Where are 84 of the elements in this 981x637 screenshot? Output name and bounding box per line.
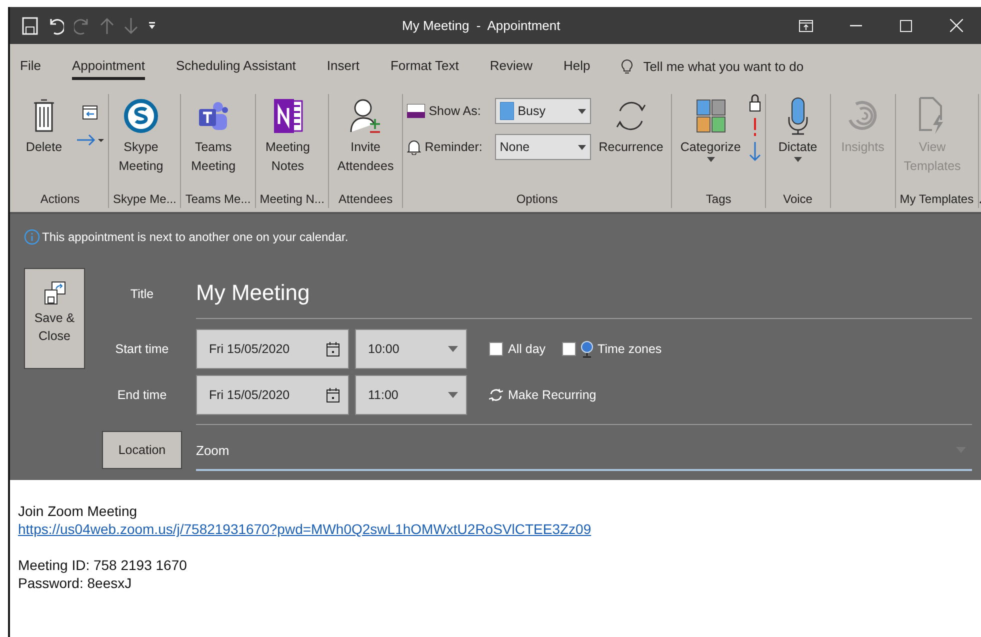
menu-tab[interactable]: Help [563, 52, 590, 80]
trash-icon [33, 99, 55, 133]
teams-icon [198, 99, 228, 133]
bell-icon [406, 139, 421, 155]
down-arrow-icon[interactable] [748, 142, 761, 162]
lightbulb-icon [621, 57, 634, 75]
menu-tab[interactable]: Insert [326, 52, 360, 80]
close-icon [950, 19, 962, 32]
delete-button[interactable]: Delete [16, 94, 72, 157]
save-close-icon [44, 281, 66, 305]
save-close-button[interactable]: Save & Close [24, 268, 85, 369]
busy-swatch-icon [500, 102, 514, 120]
minimize-icon [850, 24, 862, 26]
group-label: Meeting N... [260, 192, 324, 208]
group-label: Actions [40, 192, 80, 208]
lock-icon[interactable] [748, 94, 761, 112]
info-icon [24, 229, 40, 245]
time-dropdown[interactable]: 10:00 [355, 329, 467, 369]
microphone-icon [786, 97, 809, 135]
show-as-dropdown[interactable]: Busy [494, 98, 591, 124]
reminder-label: Reminder: [424, 140, 484, 154]
date-field[interactable]: Fri 15/05/2020 [196, 329, 349, 369]
end-time-label: End time [116, 388, 168, 402]
location-button[interactable]: Location [102, 431, 182, 469]
category-tiles-icon [696, 98, 726, 134]
show-as-label: Show As: [428, 104, 482, 118]
location-field[interactable]: Zoom [196, 431, 972, 471]
caret-icon [578, 144, 586, 150]
title-label: Title [129, 286, 155, 300]
maximize-icon [900, 20, 912, 32]
tell-me-search[interactable]: Tell me what you want to do [621, 57, 804, 75]
reminder-dropdown[interactable]: None [494, 134, 591, 160]
group-label: Voice [783, 192, 812, 208]
forward-arrow-icon[interactable] [76, 134, 104, 146]
globe-icon [580, 340, 593, 358]
invite-button[interactable]: Invite Attendees [333, 94, 398, 176]
calendar-icon[interactable] [326, 387, 340, 403]
group-label: Options [516, 192, 558, 208]
group-label: My Templates [900, 192, 974, 208]
save-icon[interactable] [22, 16, 38, 34]
body-text: Password: 8eesxJ [18, 574, 133, 592]
calendar-forward-icon[interactable] [82, 104, 98, 120]
calendar-icon[interactable] [326, 341, 340, 357]
menu-tab[interactable]: Review [490, 52, 532, 80]
window-title: My Meeting - Appointment [402, 18, 562, 33]
notebook-icon [272, 98, 303, 134]
menu-tab[interactable]: File [20, 52, 41, 80]
teams-button[interactable]: Teams Meeting [185, 94, 242, 176]
body-text: Join Zoom Meeting [18, 502, 138, 520]
group-label: Teams Me... [185, 192, 251, 208]
customize-icon[interactable] [148, 22, 156, 30]
skype-button[interactable]: Skype Meeting [113, 94, 169, 176]
notes-button[interactable]: Meeting Notes [260, 94, 316, 176]
all-day-checkbox[interactable]: All day [489, 342, 546, 356]
skype-icon [124, 98, 158, 134]
title-field[interactable]: My Meeting [196, 268, 972, 319]
menu-tab[interactable]: Appointment [72, 52, 145, 80]
recurrence-icon [614, 99, 648, 133]
add-person-icon [348, 98, 383, 134]
meeting-link[interactable]: https://us04web.zoom.us/j/75821931670?pwd=MWh0Q2swL1hOMWxtU2RoSVlCTEE3Zz09 [18, 520, 981, 538]
dropdown-caret-icon [448, 346, 458, 352]
menu-tab[interactable]: Format Text [390, 52, 459, 80]
start-time-label: Start time [114, 342, 170, 356]
recurrence-icon [489, 388, 503, 402]
caret-icon [578, 108, 586, 114]
time-dropdown[interactable]: 11:00 [355, 375, 467, 415]
exclamation-icon[interactable] [752, 118, 757, 136]
categorize-button[interactable]: Categorize [676, 94, 745, 162]
template-lightning-icon [919, 97, 946, 135]
make-recurring-button[interactable]: Make Recurring [489, 388, 596, 402]
group-label: Attendees [338, 192, 393, 208]
recurrence-button[interactable]: Recurrence [594, 94, 668, 157]
body-text: Meeting ID: 758 2193 1670 [18, 556, 188, 574]
ribbon-display-icon [799, 20, 813, 32]
time-zones-checkbox[interactable]: Time zones [562, 340, 662, 358]
menu-tab[interactable]: Scheduling Assistant [176, 52, 296, 80]
group-label: Tags [706, 192, 732, 208]
dictate-button[interactable]: Dictate [770, 94, 826, 162]
group-label: Skype Me... [113, 192, 176, 208]
status-bar-icon [406, 104, 425, 118]
undo-icon[interactable] [48, 16, 64, 34]
date-field[interactable]: Fri 15/05/2020 [196, 375, 349, 415]
info-message: This appointment is next to another one on your calendar. [24, 224, 981, 250]
dropdown-caret-icon [448, 392, 458, 398]
